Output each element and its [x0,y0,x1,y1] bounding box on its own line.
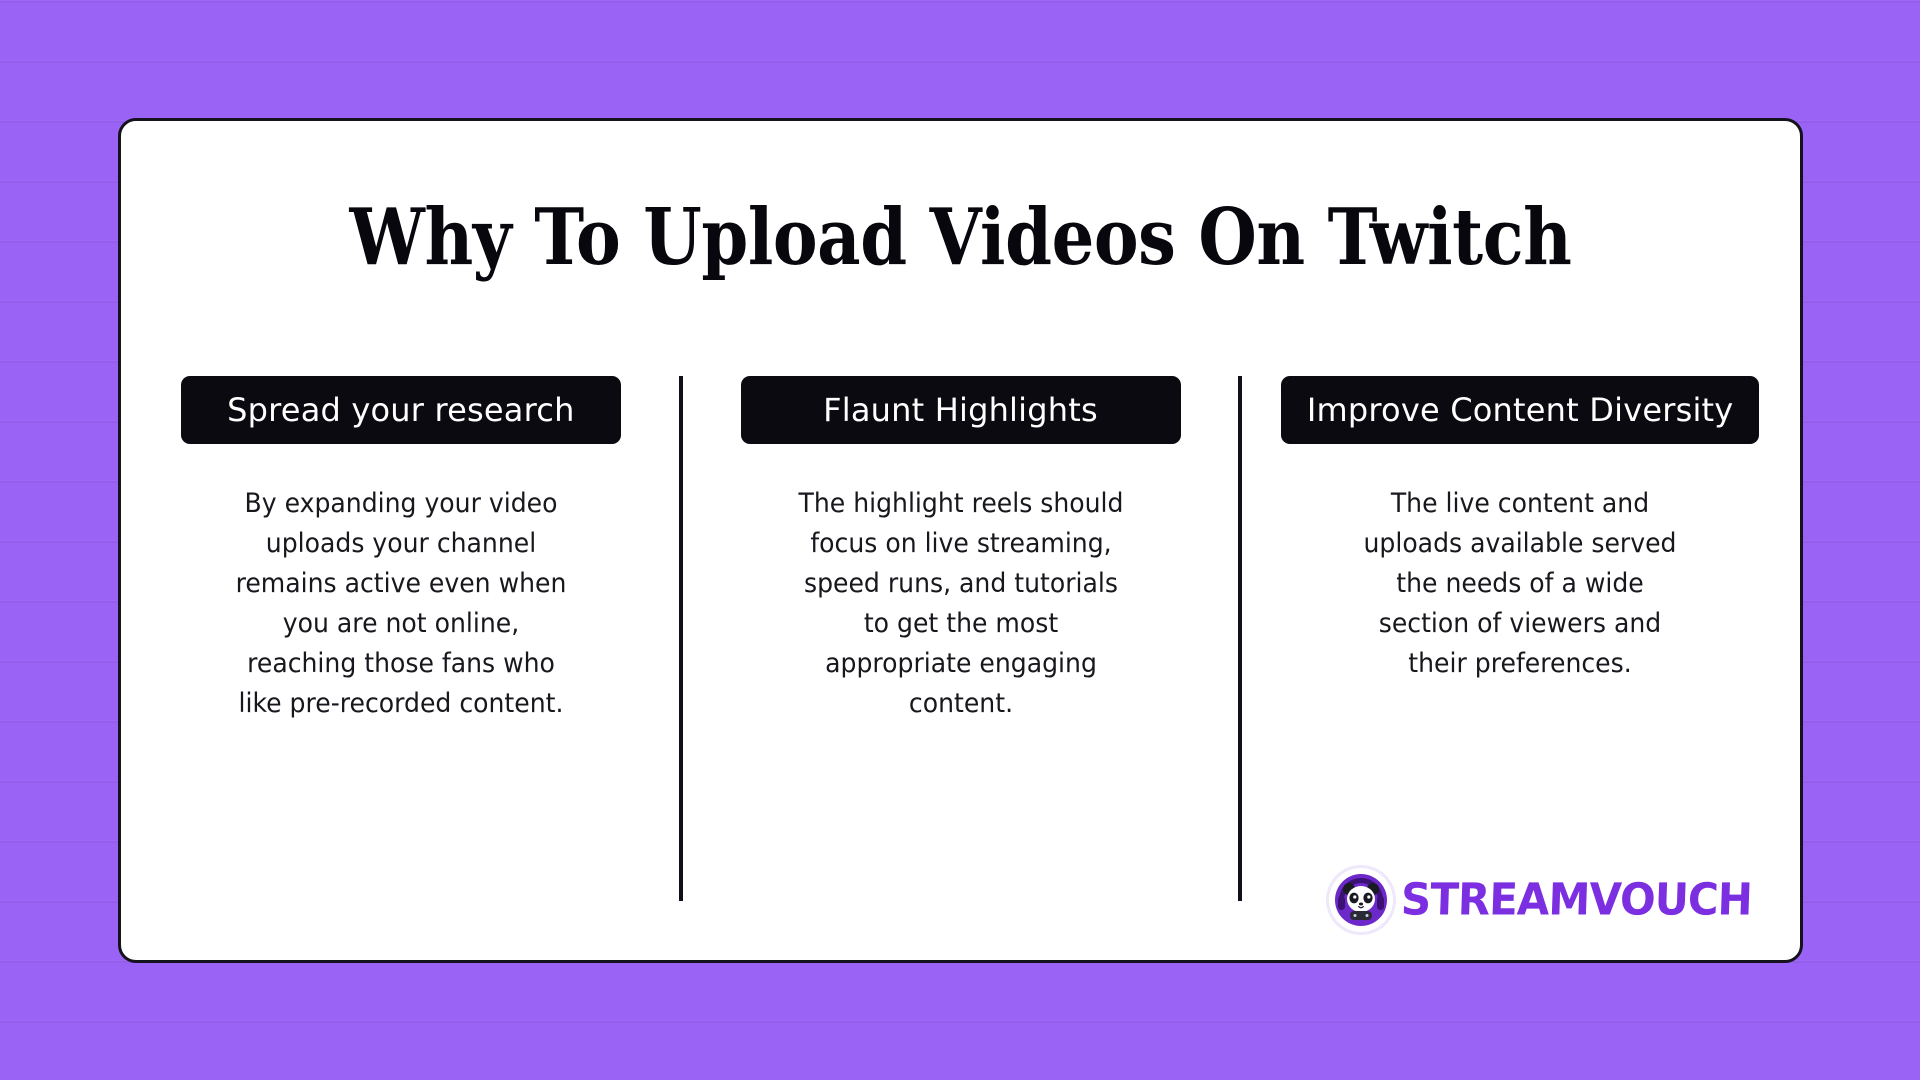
column-body-3: The live content and uploads available s… [1363,488,1677,679]
brand-wordmark: STREAMVOUCH [1400,873,1753,926]
column-body-1: By expanding your video uploads your cha… [235,488,567,719]
brand-logo[interactable]: STREAMVOUCH [1329,868,1753,932]
column-improve-content-diversity: Improve Content Diversity The live conte… [1240,376,1800,684]
column-badge-1[interactable]: Spread your research [180,376,621,444]
page-title: Why To Upload Videos On Twitch [349,192,1572,283]
infographic-card: Why To Upload Videos On Twitch Spread yo… [118,118,1803,963]
column-body-2: The highlight reels should focus on live… [798,488,1123,719]
column-spread-your-research: Spread your research By expanding your v… [121,376,681,724]
panda-headphones-icon [1329,868,1394,932]
columns-container: Spread your research By expanding your v… [121,376,1800,936]
column-badge-3[interactable]: Improve Content Diversity [1280,376,1760,444]
column-badge-2[interactable]: Flaunt Highlights [740,376,1181,444]
column-flaunt-highlights: Flaunt Highlights The highlight reels sh… [681,376,1241,724]
